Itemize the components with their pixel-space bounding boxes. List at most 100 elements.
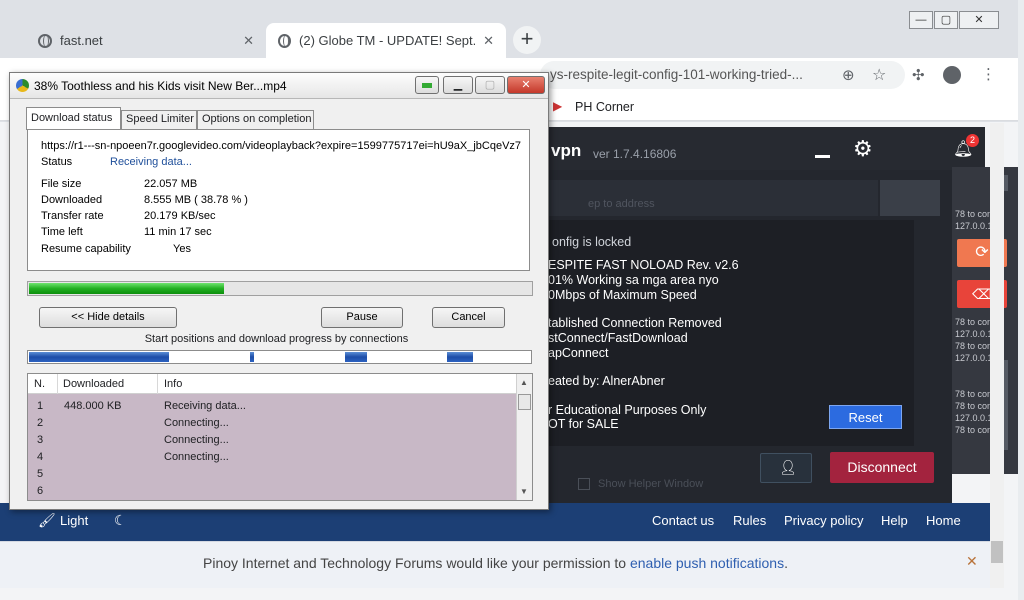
log-line: 127.0.0.1 bbox=[955, 353, 993, 363]
vpn-host-field[interactable]: ep to address bbox=[548, 180, 878, 216]
log-line: 127.0.0.1 bbox=[955, 413, 993, 423]
brush-icon: 🖌︎ bbox=[38, 512, 56, 528]
dismiss-icon[interactable]: ✕ bbox=[966, 553, 978, 570]
field-value: 8.555 MB ( 38.78 % ) bbox=[144, 194, 248, 206]
tab-download-status[interactable]: Download status bbox=[26, 107, 121, 130]
connection-segment bbox=[447, 352, 473, 362]
download-progress-bar bbox=[27, 281, 533, 296]
close-tab-icon[interactable]: ✕ bbox=[243, 33, 254, 49]
table-row[interactable]: 1 448.000 KB Receiving data... bbox=[28, 398, 516, 415]
connections-table: N. Downloaded Info 1 448.000 KB Receiving … bbox=[27, 373, 533, 501]
push-message: Pinoy Internet and Technology Forums wou… bbox=[203, 555, 788, 571]
tab-speed-limiter[interactable]: Speed Limiter bbox=[121, 110, 197, 129]
user-button[interactable]: 👤︎ bbox=[760, 453, 812, 483]
user-icon: 👤︎ bbox=[779, 459, 797, 475]
home-link[interactable]: Home bbox=[926, 513, 961, 528]
contact-us-link[interactable]: Contact us bbox=[652, 513, 714, 528]
field-label: Resume capability bbox=[41, 243, 131, 255]
scroll-thumb[interactable] bbox=[991, 541, 1003, 563]
connection-segment bbox=[250, 352, 254, 362]
minimize-dialog-button[interactable]: ▁ bbox=[443, 76, 473, 94]
close-dialog-button[interactable]: ✕ bbox=[507, 76, 545, 94]
column-header[interactable]: N. bbox=[34, 378, 45, 390]
help-link[interactable]: Help bbox=[881, 513, 908, 528]
tab-options-completion[interactable]: Options on completion bbox=[197, 110, 314, 129]
notification-badge: 2 bbox=[966, 134, 979, 147]
field-label: Downloaded bbox=[41, 194, 103, 206]
scroll-up-icon[interactable]: ▲ bbox=[520, 378, 528, 387]
log-line: 78 to con bbox=[955, 401, 993, 411]
maximize-button[interactable]: ▢ bbox=[934, 11, 958, 29]
helper-checkbox[interactable] bbox=[578, 478, 590, 490]
column-header[interactable]: Info bbox=[164, 378, 182, 390]
maximize-dialog-button: ▢ bbox=[475, 76, 505, 94]
tab-strip: fast.net ✕ (2) Globe TM - UPDATE! Sept. … bbox=[0, 0, 1018, 58]
progress-fill bbox=[29, 283, 224, 294]
gear-icon[interactable]: ⚙ bbox=[853, 136, 873, 162]
scroll-thumb[interactable] bbox=[518, 394, 531, 410]
extensions-icon[interactable]: ✣ bbox=[912, 66, 925, 84]
download-dialog: 38% Toothless and his Kids visit New Ber… bbox=[9, 72, 549, 510]
connection-segment bbox=[345, 352, 367, 362]
config-line: 01% Working sa mga area nyo bbox=[548, 273, 719, 287]
tab-globe-tm[interactable]: (2) Globe TM - UPDATE! Sept. 10 ✕ bbox=[266, 23, 506, 58]
star-icon[interactable]: ☆ bbox=[872, 65, 886, 85]
config-line: 0Mbps of Maximum Speed bbox=[548, 288, 697, 302]
close-window-button[interactable]: ✕ bbox=[959, 11, 999, 29]
log-line: 78 to con bbox=[955, 317, 993, 327]
vpn-minimize-icon[interactable] bbox=[815, 155, 830, 158]
status-label: Status bbox=[41, 156, 73, 168]
menu-icon[interactable]: ⋮ bbox=[981, 65, 996, 83]
phcorner-icon: ▶ bbox=[553, 99, 563, 113]
pause-button[interactable]: Pause bbox=[321, 307, 403, 328]
config-line: eated by: AlnerAbner bbox=[548, 374, 665, 388]
profile-icon[interactable] bbox=[943, 66, 961, 84]
cancel-button[interactable]: Cancel bbox=[432, 307, 505, 328]
table-scrollbar[interactable]: ▲ ▼ bbox=[516, 374, 532, 500]
vpn-version: ver 1.7.4.16806 bbox=[593, 147, 677, 161]
column-divider bbox=[157, 374, 158, 394]
bookmark-ph-corner[interactable]: PH Corner bbox=[575, 100, 634, 114]
download-info-box: https://r1---sn-npoeen7r.googlevideo.com… bbox=[27, 129, 530, 271]
tab-title: fast.net bbox=[60, 33, 103, 48]
table-row[interactable]: 4 Connecting... bbox=[28, 449, 516, 466]
table-row[interactable]: 3 Connecting... bbox=[28, 432, 516, 449]
vpn-side-button[interactable] bbox=[880, 180, 940, 216]
tab-fast-net[interactable]: fast.net ✕ bbox=[26, 23, 266, 58]
moon-icon[interactable]: ☾ bbox=[114, 512, 127, 529]
connections-caption: Start positions and download progress by… bbox=[144, 333, 409, 345]
reset-button[interactable]: Reset bbox=[829, 405, 902, 429]
page-scrollbar[interactable] bbox=[990, 123, 1004, 588]
table-row[interactable]: 2 Connecting... bbox=[28, 415, 516, 432]
table-row[interactable]: 6 bbox=[28, 483, 516, 500]
scroll-down-icon[interactable]: ▼ bbox=[520, 487, 528, 496]
new-tab-button[interactable]: + bbox=[513, 26, 541, 54]
disconnect-button[interactable]: Disconnect bbox=[830, 452, 934, 483]
config-line: ESPITE FAST NOLOAD Rev. v2.6 bbox=[548, 258, 739, 272]
theme-light-link[interactable]: Light bbox=[60, 513, 88, 528]
minimize-button[interactable]: — bbox=[909, 11, 933, 29]
table-row[interactable]: 5 bbox=[28, 466, 516, 483]
add-circle-icon[interactable]: ⊕ bbox=[842, 66, 855, 84]
status-value: Receiving data... bbox=[110, 156, 192, 168]
field-value: Yes bbox=[173, 243, 191, 255]
push-notification-banner: Pinoy Internet and Technology Forums wou… bbox=[0, 541, 1003, 588]
privacy-policy-link[interactable]: Privacy policy bbox=[784, 513, 863, 528]
idm-icon bbox=[16, 79, 29, 92]
field-label: Time left bbox=[41, 226, 83, 238]
connections-progress-bar bbox=[27, 350, 532, 364]
log-line: 78 to con bbox=[955, 425, 993, 435]
hide-details-button[interactable]: << Hide details bbox=[39, 307, 177, 328]
close-tab-icon[interactable]: ✕ bbox=[483, 33, 494, 49]
config-line: stConnect/FastDownload bbox=[548, 331, 688, 345]
tray-button[interactable] bbox=[415, 76, 439, 94]
vpn-name: vpn bbox=[551, 141, 582, 160]
column-header[interactable]: Downloaded bbox=[63, 378, 124, 390]
config-line: r Educational Purposes Only bbox=[548, 403, 707, 417]
log-line: 78 to con bbox=[955, 389, 993, 399]
rules-link[interactable]: Rules bbox=[733, 513, 766, 528]
enable-push-link[interactable]: enable push notifications bbox=[630, 555, 784, 571]
config-locked-label: onfig is locked bbox=[552, 235, 632, 249]
config-line: tablished Connection Removed bbox=[548, 316, 722, 330]
download-url: https://r1---sn-npoeen7r.googlevideo.com… bbox=[41, 140, 522, 152]
